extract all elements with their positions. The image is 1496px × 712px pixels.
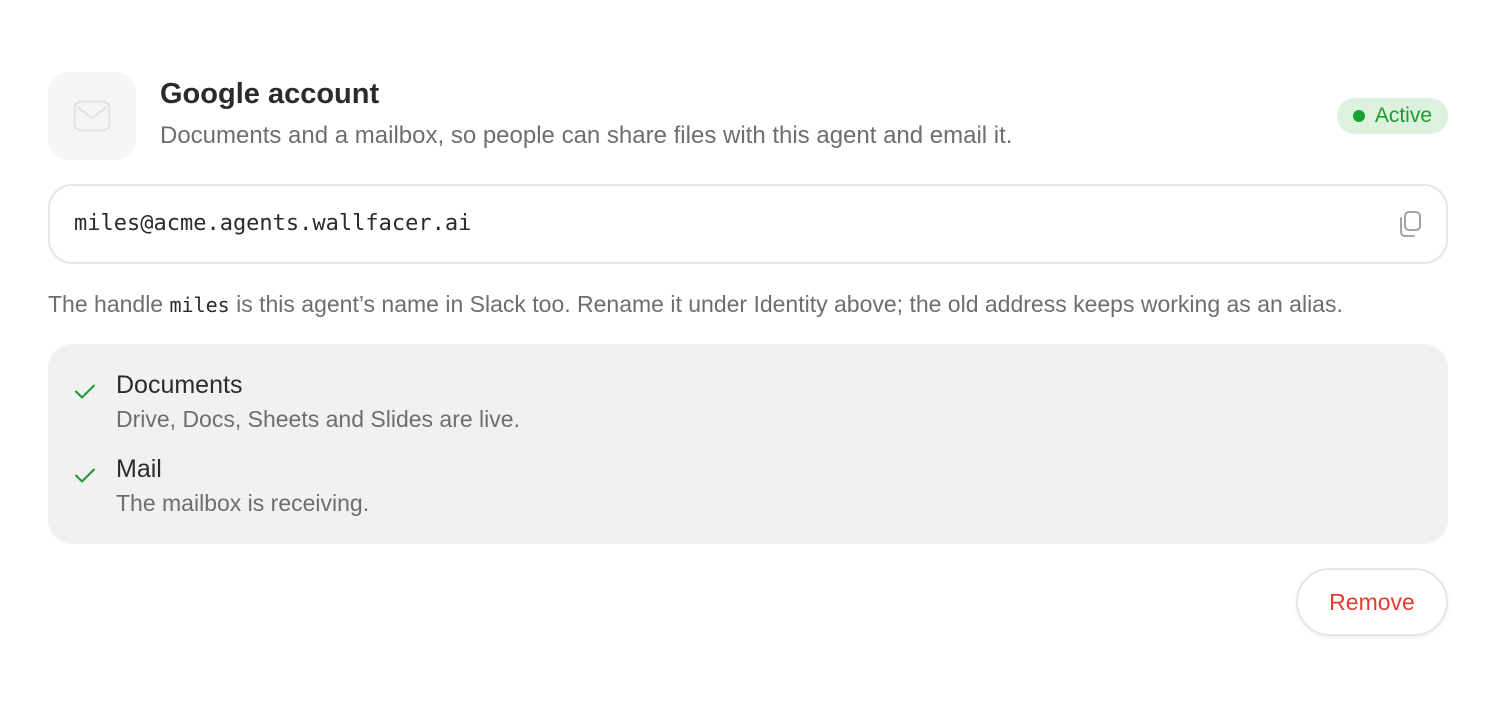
email-address-value[interactable]: miles@acme.agents.wallfacer.ai [74,186,471,262]
integration-title: Google account [160,78,380,110]
handle-hint: The handle miles is this agent’s name in… [48,288,1343,321]
email-address-field[interactable]: miles@acme.agents.wallfacer.ai [48,184,1448,264]
services-checklist: Documents Drive, Docs, Sheets and Slides… [48,344,1448,544]
copy-icon[interactable] [1396,210,1424,238]
header-text: Google account Documents and a mailbox, … [160,76,1012,152]
hint-suffix: is this agent’s name in Slack too. Renam… [229,291,1343,317]
check-icon [75,384,95,399]
service-detail: The mailbox is receiving. [116,490,370,516]
integration-description: Documents and a mailbox, so people can s… [160,122,1013,149]
handle-code: miles [169,293,230,317]
google-account-card: Google account Documents and a mailbox, … [48,72,1448,636]
mail-icon [48,72,136,160]
service-name: Documents [116,371,243,399]
hint-prefix: The handle [48,291,170,317]
status-badge: Active [1336,98,1448,134]
service-name: Mail [116,455,162,483]
service-detail: Drive, Docs, Sheets and Slides are live. [116,406,520,432]
remove-button[interactable]: Remove [1296,568,1448,636]
status-dot-icon [1352,110,1365,122]
check-icon [75,468,95,483]
integration-header: Google account Documents and a mailbox, … [48,72,1448,160]
status-label: Active [1374,104,1432,127]
